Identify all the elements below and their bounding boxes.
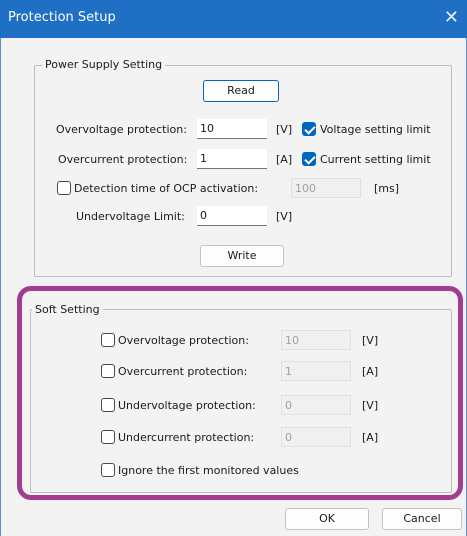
write-button[interactable]: Write [200, 245, 284, 267]
undervoltage-limit-label: Undervoltage Limit: [76, 210, 185, 223]
overvoltage-input[interactable] [197, 119, 267, 139]
ocp-detection-input[interactable] [291, 178, 361, 198]
ocp-detection-checkbox[interactable] [57, 181, 71, 195]
window-border-left [0, 38, 1, 536]
overvoltage-unit: [V] [276, 123, 293, 136]
window-title: Protection Setup [8, 10, 116, 25]
ok-button[interactable]: OK [285, 508, 369, 530]
current-limit-label: Current setting limit [320, 153, 431, 166]
overcurrent-unit: [A] [276, 153, 293, 166]
overvoltage-label: Overvoltage protection: [56, 123, 187, 136]
overcurrent-input[interactable] [197, 149, 267, 169]
current-limit-checkbox[interactable] [302, 152, 316, 166]
read-button[interactable]: Read [203, 80, 279, 102]
ocp-detection-unit: [ms] [374, 182, 400, 195]
overcurrent-label: Overcurrent protection: [58, 153, 188, 166]
title-bar: Protection Setup ✕ [0, 0, 467, 38]
ocp-detection-label: Detection time of OCP activation: [74, 182, 259, 195]
cancel-button[interactable]: Cancel [382, 508, 462, 530]
undervoltage-limit-unit: [V] [276, 210, 293, 223]
undervoltage-limit-input[interactable] [197, 206, 267, 226]
voltage-limit-label: Voltage setting limit [320, 123, 431, 136]
power-supply-legend: Power Supply Setting [42, 58, 166, 71]
soft-setting-highlight [17, 286, 463, 500]
close-icon[interactable]: ✕ [444, 7, 459, 28]
voltage-limit-checkbox[interactable] [302, 122, 316, 136]
